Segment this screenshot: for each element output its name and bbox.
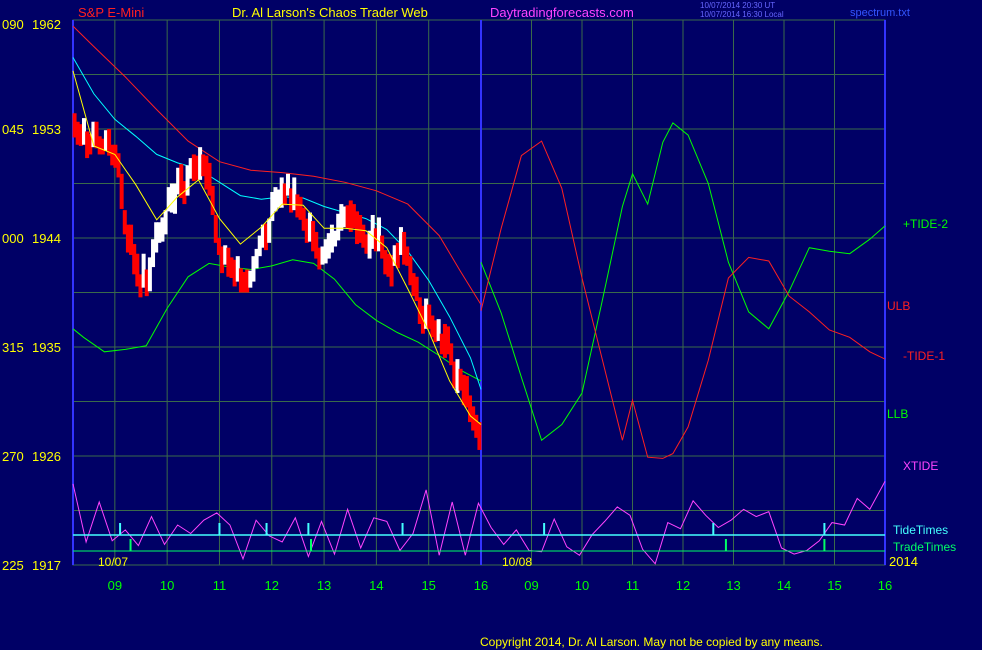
- label-llb: LLB: [887, 407, 908, 421]
- date-label-year: 2014: [889, 554, 918, 569]
- label-xtide: XTIDE: [903, 459, 938, 473]
- instrument-title: S&P E-Mini: [78, 5, 144, 20]
- y-tick-left-label: 270: [2, 449, 24, 464]
- label-tide-times: TideTimes: [893, 523, 948, 537]
- price-bar: [119, 173, 124, 209]
- x-tick-label: 16: [878, 578, 892, 593]
- y-tick-left-label: 090: [2, 17, 24, 32]
- x-tick-label: 09: [524, 578, 538, 593]
- x-tick-label: 13: [726, 578, 740, 593]
- y-tick-left-label: 315: [2, 340, 24, 355]
- y-tick-price-label: 1935: [32, 340, 61, 355]
- copyright: Copyright 2014, Dr. Al Larson. May not b…: [480, 635, 823, 649]
- x-tick-label: 10: [575, 578, 589, 593]
- date-label-day1: 10/07: [98, 555, 128, 569]
- y-tick-price-label: 1962: [32, 17, 61, 32]
- x-tick-label: 15: [827, 578, 841, 593]
- price-bar: [267, 218, 272, 243]
- timestamp-ut: 10/07/2014 20:30 UT: [700, 1, 775, 10]
- y-tick-left-label: 000: [2, 231, 24, 246]
- price-bar: [210, 185, 215, 215]
- x-tick-label: 15: [421, 578, 435, 593]
- date-label-day2: 10/08: [502, 555, 532, 569]
- y-tick-left-label: 225: [2, 558, 24, 573]
- label-tide2: +TIDE-2: [903, 217, 948, 231]
- y-tick-price-label: 1944: [32, 231, 61, 246]
- price-bar: [163, 210, 168, 235]
- x-tick-label: 16: [474, 578, 488, 593]
- x-tick-label: 09: [108, 578, 122, 593]
- filename: spectrum.txt: [850, 7, 910, 19]
- x-tick-label: 14: [369, 578, 383, 593]
- site-url[interactable]: Daytradingforecasts.com: [490, 5, 634, 20]
- y-tick-price-label: 1953: [32, 122, 61, 137]
- y-tick-price-label: 1926: [32, 449, 61, 464]
- site-title: Dr. Al Larson's Chaos Trader Web: [232, 5, 428, 20]
- price-bar: [477, 422, 482, 450]
- chart-canvas: S&P E-Mini Dr. Al Larson's Chaos Trader …: [0, 0, 982, 650]
- timestamp-local: 10/07/2014 16:30 Local: [700, 10, 784, 19]
- x-tick-label: 11: [213, 578, 227, 593]
- y-tick-left-label: 045: [2, 122, 24, 137]
- x-tick-label: 12: [676, 578, 690, 593]
- x-tick-label: 10: [160, 578, 174, 593]
- x-tick-label: 13: [317, 578, 331, 593]
- label-ulb: ULB: [887, 299, 910, 313]
- label-tide1: -TIDE-1: [903, 349, 945, 363]
- x-tick-label: 12: [265, 578, 279, 593]
- x-tick-label: 14: [777, 578, 791, 593]
- x-tick-label: 11: [626, 578, 640, 593]
- label-trade-times: TradeTimes: [893, 540, 956, 554]
- y-tick-price-label: 1917: [32, 558, 61, 573]
